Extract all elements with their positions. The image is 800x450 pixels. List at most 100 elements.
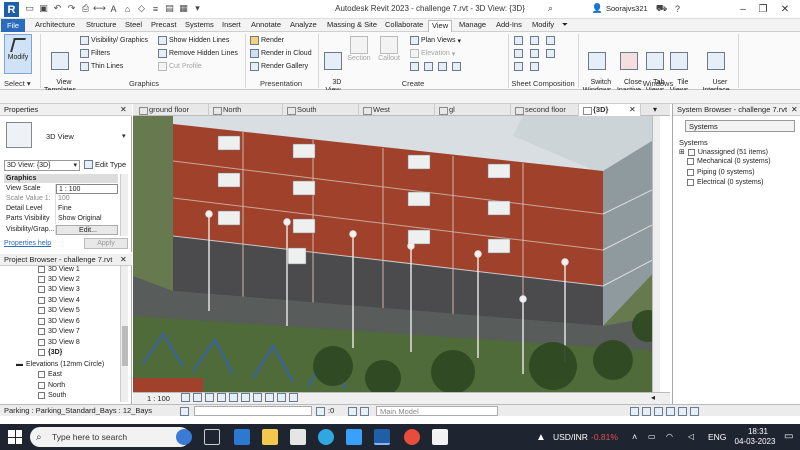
measure-icon[interactable]: ⟷: [93, 3, 106, 14]
browser-scrollbar[interactable]: [120, 266, 128, 402]
revisions-button[interactable]: [514, 49, 523, 58]
help-icon[interactable]: ?: [672, 3, 683, 14]
close-icon[interactable]: ✕: [791, 105, 798, 114]
render-button[interactable]: Render: [250, 36, 284, 45]
tab-modify[interactable]: Modify: [532, 20, 554, 32]
place-view-button[interactable]: [530, 36, 539, 45]
close-icon[interactable]: ✕: [778, 2, 792, 16]
thin-lines-button[interactable]: Thin Lines: [80, 62, 123, 71]
schedules-button[interactable]: [452, 62, 461, 71]
plan-views-button[interactable]: Plan Views ▾: [410, 36, 461, 45]
ticker-change[interactable]: -0.81%: [591, 432, 618, 442]
tab-steel[interactable]: Steel: [125, 20, 142, 32]
section-button[interactable]: Section: [346, 36, 372, 63]
matchline-button[interactable]: [546, 49, 555, 58]
render-dialog-icon[interactable]: [229, 393, 238, 402]
tab-ground-floor[interactable]: ground floor: [135, 104, 209, 116]
task-view-icon[interactable]: [204, 429, 220, 445]
close-hidden-icon[interactable]: ▤: [164, 3, 175, 14]
list-item[interactable]: 3D View 3: [38, 286, 80, 293]
tray-overflow-icon[interactable]: ˄: [632, 432, 637, 442]
taskbar-search-input[interactable]: Type here to search: [30, 427, 190, 447]
user-icon[interactable]: 👤: [592, 3, 603, 14]
canvas-vertical-scrollbar[interactable]: [652, 116, 660, 392]
edit-button[interactable]: Edit...: [56, 225, 118, 235]
tree-item[interactable]: Electrical (0 systems): [687, 179, 764, 186]
open-icon[interactable]: ▭: [24, 3, 35, 14]
tab-insert[interactable]: Insert: [222, 20, 241, 32]
drafting-view-button[interactable]: [410, 62, 419, 71]
render-gallery-button[interactable]: Render Gallery: [250, 62, 308, 71]
edge-icon[interactable]: [318, 429, 334, 445]
ribbon-minimize-icon[interactable]: ⏷: [562, 20, 568, 32]
scrollbar-thumb[interactable]: [122, 326, 128, 366]
undo-icon[interactable]: ↶: [52, 3, 63, 14]
list-item[interactable]: 3D View 8: [38, 339, 80, 346]
start-windows-icon[interactable]: [8, 430, 22, 444]
crop-view-icon[interactable]: [241, 393, 250, 402]
customize-qat-icon[interactable]: ▾: [192, 3, 203, 14]
notifications-icon[interactable]: ▭: [784, 431, 793, 442]
title-block-button[interactable]: [546, 36, 555, 45]
select-dropdown[interactable]: Select ▾: [4, 79, 38, 88]
type-name[interactable]: 3D View: [46, 132, 74, 141]
tab-massing-site[interactable]: Massing & Site: [327, 20, 377, 32]
network-icon[interactable]: ▭: [648, 432, 656, 441]
select-pinned-icon[interactable]: [654, 407, 663, 416]
list-item[interactable]: North: [38, 382, 65, 389]
remove-hidden-lines-button[interactable]: Remove Hidden Lines: [158, 49, 238, 58]
tab-west[interactable]: West: [359, 104, 435, 116]
tab-file[interactable]: File: [1, 19, 25, 32]
clock-date[interactable]: 04-03-2023: [730, 437, 780, 446]
hide-isolate-icon[interactable]: [277, 393, 286, 402]
photos-icon[interactable]: [346, 429, 362, 445]
thin-lines-icon[interactable]: ≡: [150, 3, 161, 14]
lock-icon[interactable]: [265, 393, 274, 402]
show-crop-icon[interactable]: [253, 393, 262, 402]
list-item[interactable]: East: [38, 371, 62, 378]
systems-header[interactable]: Systems: [679, 138, 708, 147]
modify-button[interactable]: Modify: [4, 34, 32, 74]
file-explorer-icon[interactable]: [262, 429, 278, 445]
design-option-dropdown[interactable]: Main Model: [376, 406, 498, 416]
print-icon[interactable]: ⎙: [80, 3, 91, 14]
elevations-node[interactable]: ▬ Elevations (12mm Circle): [16, 361, 104, 368]
visibility-graphics-button[interactable]: Visibility/ Graphics: [80, 36, 148, 45]
design-options-icon[interactable]: [348, 407, 357, 416]
tab-analyze[interactable]: Analyze: [290, 20, 317, 32]
guide-grid-button[interactable]: [530, 49, 539, 58]
tab-architecture[interactable]: Architecture: [35, 20, 75, 32]
list-item[interactable]: 3D View 4: [38, 297, 80, 304]
properties-help-link[interactable]: Properties help: [4, 240, 51, 247]
callout-button[interactable]: Callout: [376, 36, 402, 63]
list-item-active[interactable]: {3D}: [38, 349, 62, 356]
sheet-button[interactable]: [514, 36, 523, 45]
type-dropdown-icon[interactable]: ▾: [122, 132, 126, 140]
store-icon[interactable]: [290, 429, 306, 445]
close-icon[interactable]: ✕: [120, 105, 127, 114]
properties-scrollbar[interactable]: [120, 174, 128, 236]
switch-windows-icon[interactable]: ▦: [178, 3, 189, 14]
list-item[interactable]: South: [38, 392, 66, 399]
duplicate-view-button[interactable]: [424, 62, 433, 71]
notes-icon[interactable]: [432, 429, 448, 445]
drag-elements-icon[interactable]: [678, 407, 687, 416]
volume-icon[interactable]: ◁: [688, 432, 694, 441]
visual-style-icon[interactable]: [193, 393, 202, 402]
revit-logo-icon[interactable]: R: [4, 2, 19, 17]
chrome-icon[interactable]: [404, 429, 420, 445]
tab-add-ins[interactable]: Add-Ins: [496, 20, 522, 32]
select-links-icon[interactable]: [630, 407, 639, 416]
language-indicator[interactable]: ENG: [708, 432, 726, 442]
text-icon[interactable]: A: [108, 3, 119, 14]
cart-icon[interactable]: ⛟: [656, 3, 667, 14]
detail-level-icon[interactable]: [181, 393, 190, 402]
tab-manage[interactable]: Manage: [459, 20, 486, 32]
list-item[interactable]: 3D View 7: [38, 328, 80, 335]
tree-item[interactable]: Mechanical (0 systems): [687, 158, 771, 165]
tab-south[interactable]: South: [283, 104, 359, 116]
scroll-left-icon[interactable]: ◂: [651, 392, 655, 404]
list-item[interactable]: 3D View 6: [38, 318, 80, 325]
username[interactable]: Soorajvs321: [606, 4, 648, 13]
3d-view-icon[interactable]: ⌂: [122, 3, 133, 14]
